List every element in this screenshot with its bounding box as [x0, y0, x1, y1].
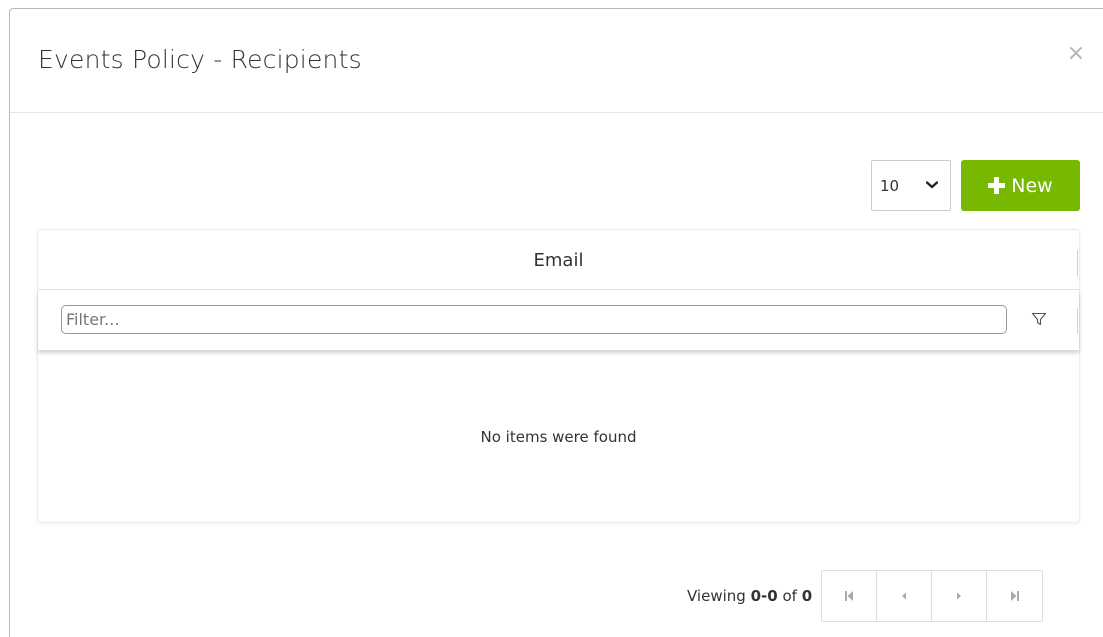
column-header-email[interactable]: Email — [38, 230, 1079, 290]
filter-column-divider — [1077, 308, 1078, 334]
new-button-label: New — [1011, 174, 1053, 197]
viewing-range: 0-0 — [750, 587, 778, 605]
grid-header: Email — [38, 230, 1079, 290]
prev-page-button[interactable] — [877, 571, 933, 621]
close-icon[interactable]: × — [1066, 43, 1086, 65]
filter-row — [38, 290, 1079, 350]
pager-buttons — [821, 570, 1044, 622]
page-size-select[interactable]: 10 — [871, 160, 951, 211]
page-size-value: 10 — [880, 176, 900, 195]
next-page-button[interactable] — [932, 571, 988, 621]
chevron-down-icon — [926, 181, 938, 189]
empty-message: No items were found — [480, 428, 637, 446]
recipients-grid: Email No items were found — [37, 229, 1080, 523]
plus-icon — [988, 177, 1006, 194]
last-page-icon — [1010, 591, 1019, 601]
dialog-header: Events Policy - Recipients × — [10, 9, 1103, 113]
dialog-title: Events Policy - Recipients — [38, 45, 362, 74]
first-page-icon — [845, 591, 854, 601]
new-recipient-button[interactable]: New — [961, 160, 1080, 211]
prev-page-icon — [902, 592, 907, 600]
next-page-icon — [957, 592, 962, 600]
viewing-summary: Viewing 0-0 of 0 — [687, 587, 812, 605]
viewing-prefix: Viewing — [687, 587, 746, 605]
viewing-of: of — [782, 587, 797, 605]
first-page-button[interactable] — [822, 571, 878, 621]
email-filter-input[interactable] — [61, 305, 1007, 334]
recipients-dialog: Events Policy - Recipients × 10 New Emai… — [9, 8, 1103, 637]
column-resize-handle[interactable] — [1077, 250, 1078, 276]
last-page-button[interactable] — [987, 571, 1043, 621]
filter-icon[interactable] — [1031, 311, 1047, 327]
viewing-total: 0 — [801, 587, 813, 605]
pagination: Viewing 0-0 of 0 — [687, 570, 1044, 622]
